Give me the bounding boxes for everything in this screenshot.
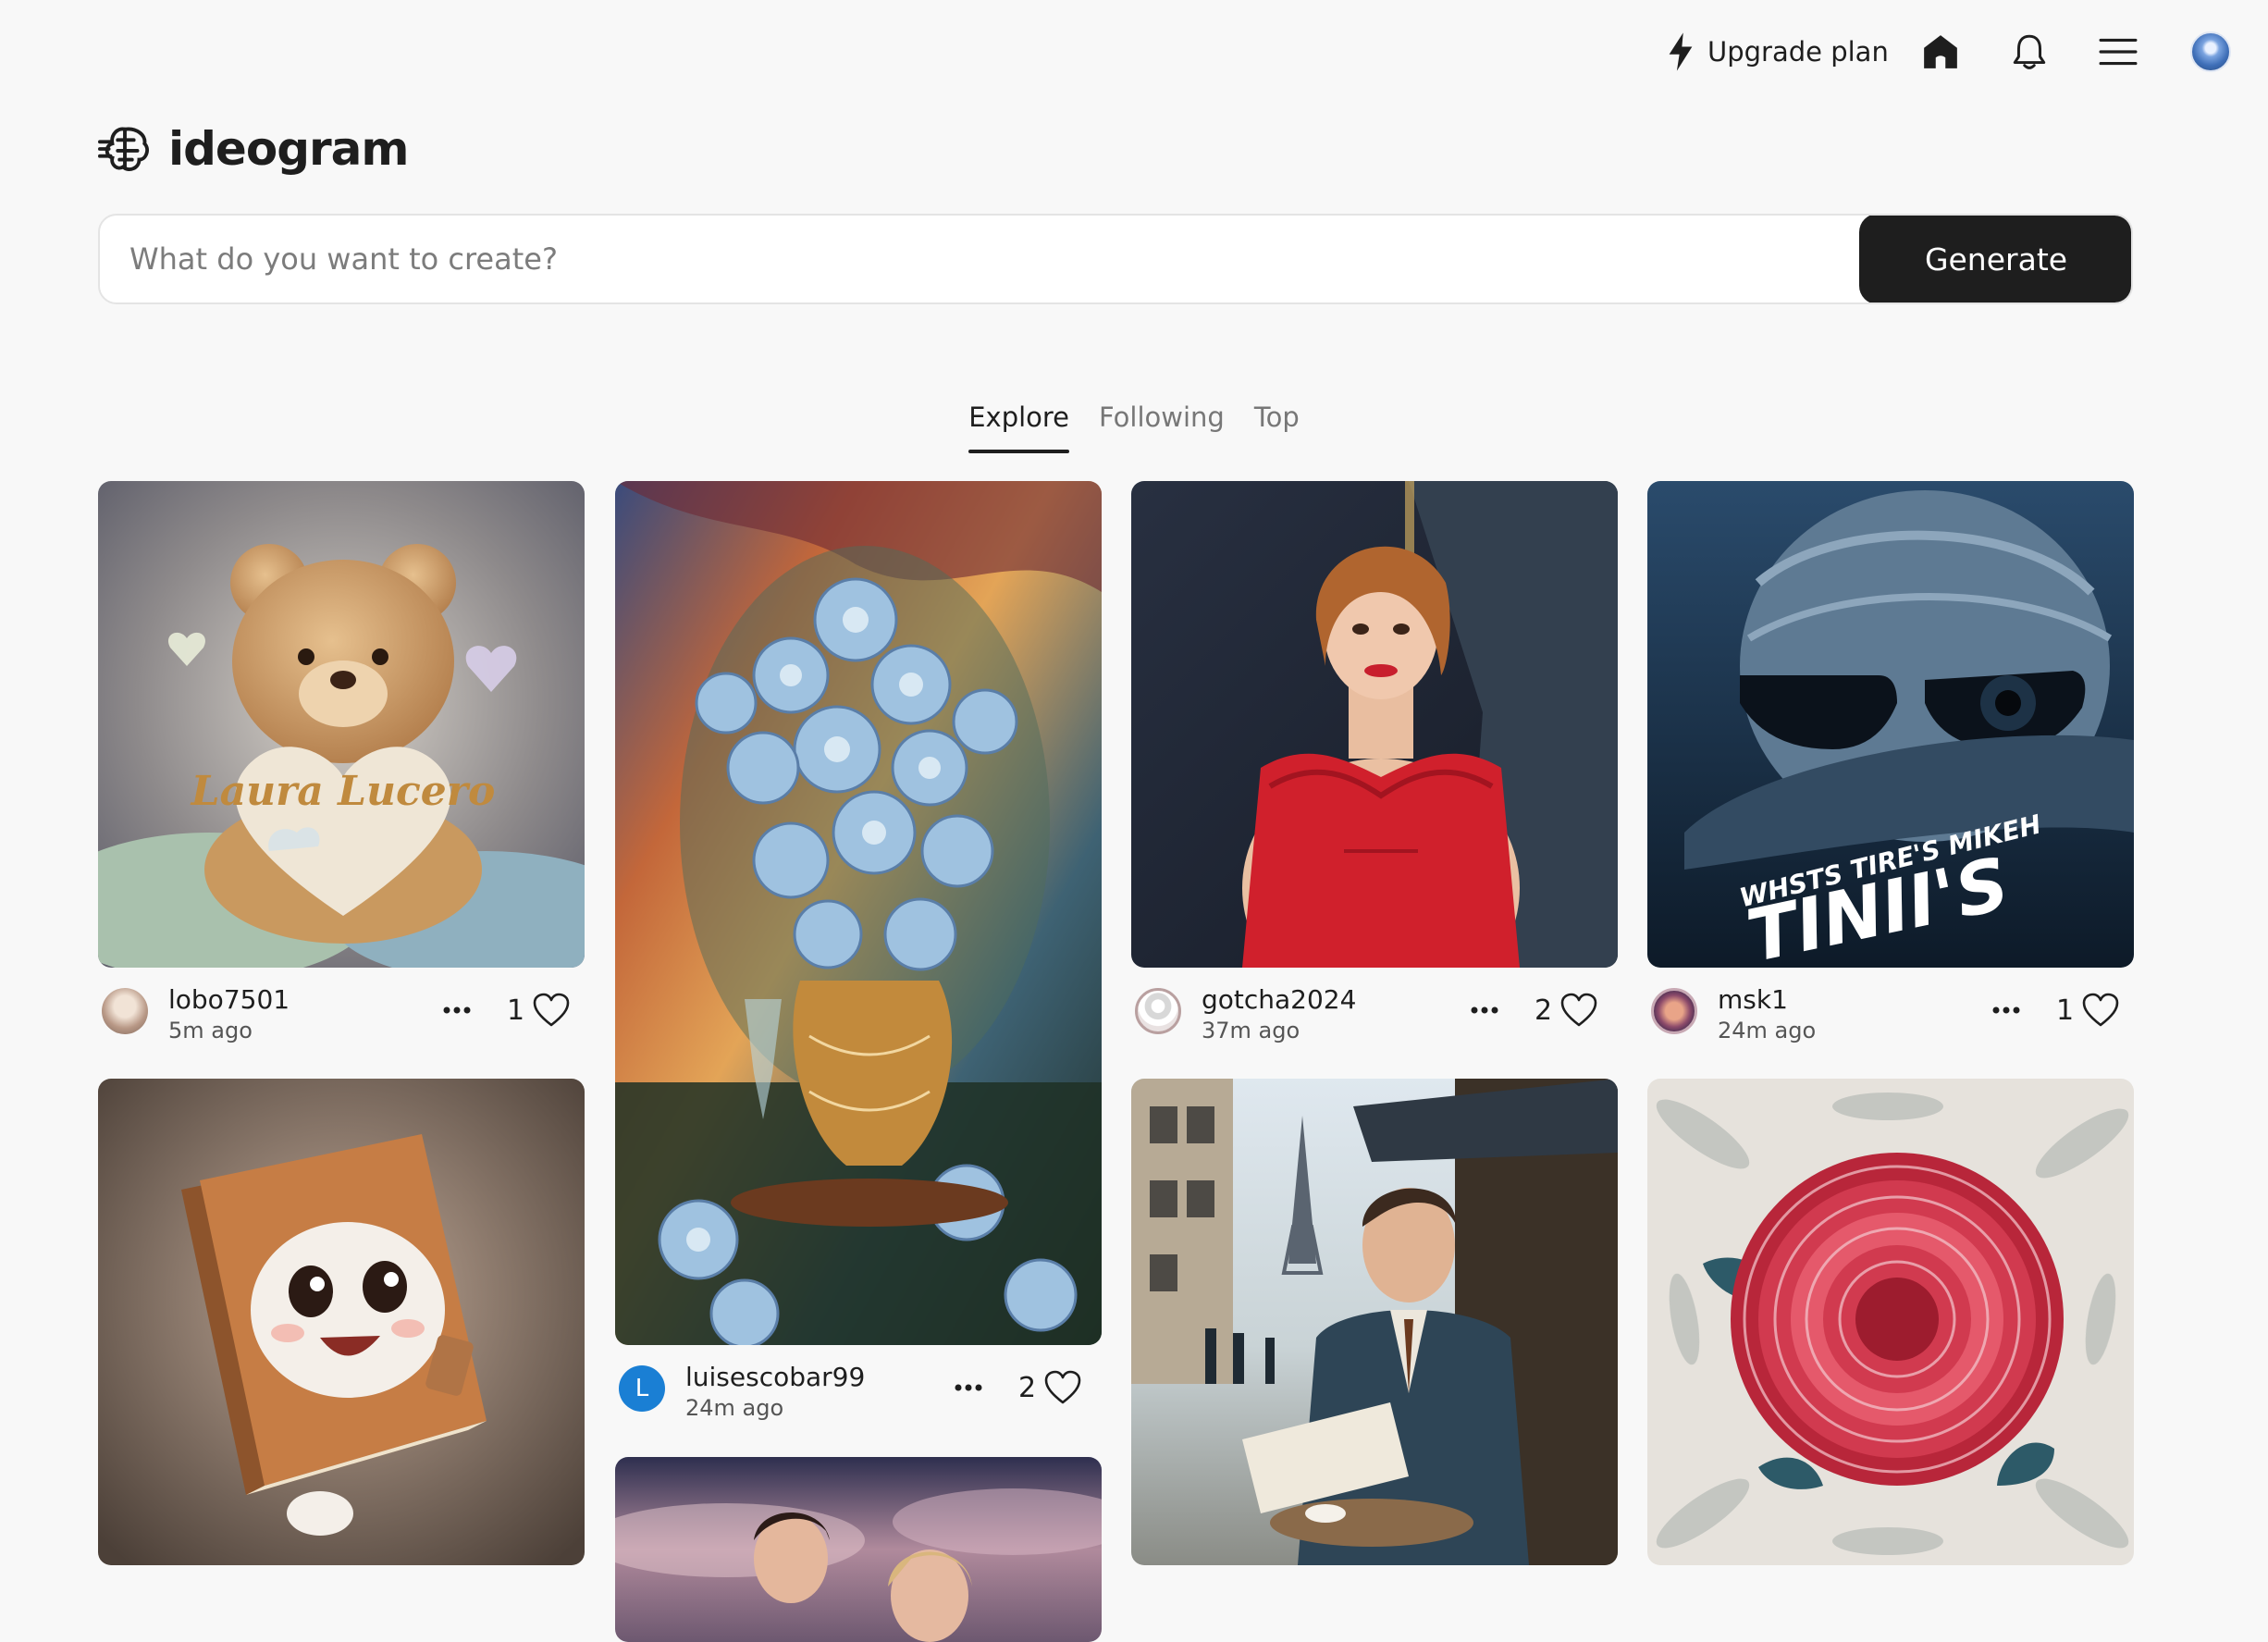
more-options-button[interactable] [437,990,477,1031]
more-options-button[interactable] [1464,990,1505,1031]
bear-heart-text-line1: Laura Lucero [190,768,496,815]
user-avatar[interactable]: L [619,1365,665,1412]
more-dots-icon [1992,1006,2020,1014]
bell-icon [2013,34,2046,69]
feed-card-meta-4: msk1 24m ago 1 [1647,982,2134,1043]
menu-button[interactable] [2094,28,2142,76]
more-options-button[interactable] [1986,990,2027,1031]
feed-image-chrysanthemum[interactable] [1647,1079,2134,1565]
heart-icon [1044,1370,1081,1404]
like-button[interactable]: 2 [1535,990,1598,1031]
more-dots-icon [1471,1006,1498,1014]
post-time: 24m ago [1718,1018,1817,1043]
feed-image-blue-roses[interactable] [615,481,1102,1345]
username[interactable]: lobo7501 [168,984,290,1015]
feed-card-meta-2: L luisescobar99 24m ago 2 [615,1360,1102,1421]
post-time: 37m ago [1202,1018,1300,1043]
top-bar: Upgrade plan [0,28,2268,76]
feed-image-tire-graphic[interactable]: WHSTS TIRE'S MIKEH TINII'S [1647,481,2134,968]
upgrade-plan-label: Upgrade plan [1707,36,1889,68]
logo[interactable]: ideogram [98,122,409,176]
heart-icon [1560,993,1597,1027]
more-options-button[interactable] [948,1367,989,1408]
notifications-button[interactable] [2005,28,2053,76]
heart-icon [2082,993,2119,1027]
tab-explore[interactable]: Explore [968,398,1069,453]
like-count: 2 [1018,1371,1037,1404]
generate-button[interactable]: Generate [1859,216,2131,302]
feed-image-red-dress-portrait[interactable] [1131,481,1618,968]
user-avatar-button[interactable] [2187,28,2235,76]
tab-following[interactable]: Following [1099,398,1225,453]
like-count: 1 [507,994,525,1027]
upgrade-plan-button[interactable]: Upgrade plan [1665,28,1889,76]
feed-card-meta-3: gotcha2024 37m ago 2 [1131,982,1618,1043]
user-avatar [2190,31,2231,72]
user-avatar[interactable] [1135,988,1181,1034]
user-avatar[interactable] [1651,988,1697,1034]
username[interactable]: gotcha2024 [1202,984,1356,1015]
prompt-bar: Generate [98,214,2133,304]
heart-icon [533,993,570,1027]
bolt-icon [1669,32,1693,71]
like-button[interactable]: 1 [2056,990,2120,1031]
logo-text: ideogram [168,122,409,176]
ideogram-logo-icon [98,127,149,171]
prompt-input[interactable] [100,216,1859,302]
feed-tabs: Explore Following Top [0,398,2268,453]
username[interactable]: msk1 [1718,984,1788,1015]
feed-image-paris-cafe[interactable] [1131,1079,1618,1565]
like-button[interactable]: 1 [507,990,571,1031]
feed-image-book-character[interactable] [98,1079,585,1565]
home-icon [1924,35,1957,68]
home-button[interactable] [1917,28,1965,76]
user-avatar[interactable] [102,988,148,1034]
post-time: 5m ago [168,1018,253,1043]
username[interactable]: luisescobar99 [685,1362,865,1392]
hamburger-menu-icon [2099,38,2138,66]
feed-image-movie-poster[interactable] [615,1457,1102,1642]
post-time: 24m ago [685,1395,784,1421]
feed-image-teddy-bear[interactable]: Laura Lucero [98,481,585,968]
like-button[interactable]: 2 [1018,1367,1082,1408]
like-count: 2 [1535,994,1553,1027]
more-dots-icon [955,1384,982,1391]
tab-top[interactable]: Top [1254,398,1300,453]
feed-card-meta-1: lobo7501 5m ago 1 [98,982,585,1043]
more-dots-icon [443,1006,471,1014]
like-count: 1 [2056,994,2075,1027]
